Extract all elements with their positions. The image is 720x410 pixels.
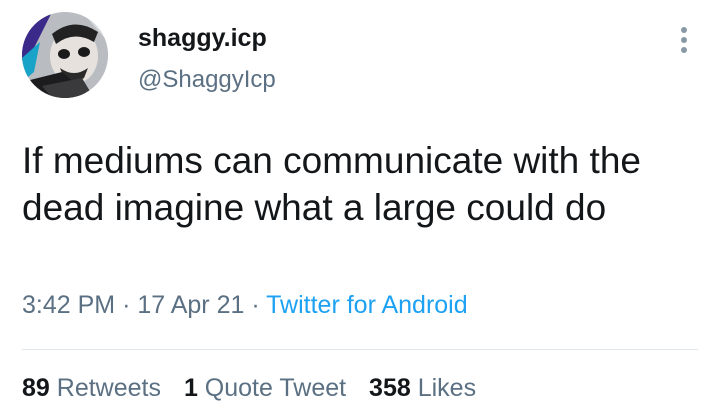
tweet-source-link[interactable]: Twitter for Android xyxy=(266,291,467,319)
likes-label: Likes xyxy=(417,374,477,402)
quote-tweets-count: 1 xyxy=(183,374,198,402)
likes-count: 358 xyxy=(369,374,411,402)
tweet-date[interactable]: 17 Apr 21 xyxy=(137,291,244,319)
retweets-label: Retweets xyxy=(56,374,161,402)
user-handle[interactable]: @ShaggyIcp xyxy=(138,68,276,92)
tweet-meta: 3:42 PM · 17 Apr 21 · Twitter for Androi… xyxy=(22,293,468,318)
display-name[interactable]: shaggy.icp xyxy=(138,26,267,51)
avatar[interactable] xyxy=(22,12,108,98)
quote-tweets-label: Quote Tweet xyxy=(204,374,347,402)
tweet-time[interactable]: 3:42 PM xyxy=(22,291,115,319)
more-dot xyxy=(681,37,687,43)
more-dot xyxy=(681,47,687,53)
divider xyxy=(22,349,698,350)
tweet-stats: 89 Retweets 1 Quote Tweet 358 Likes xyxy=(22,376,492,401)
tweet-text: If mediums can communicate with the dead… xyxy=(22,140,641,228)
more-vertical-icon[interactable] xyxy=(672,24,696,56)
avatar-photo xyxy=(22,12,108,98)
quote-tweets-stat[interactable]: 1 Quote Tweet xyxy=(184,376,346,401)
retweets-count: 89 xyxy=(22,374,50,402)
likes-stat[interactable]: 358 Likes xyxy=(369,376,476,401)
more-dot xyxy=(681,27,687,33)
retweets-stat[interactable]: 89 Retweets xyxy=(22,376,161,401)
meta-separator: · xyxy=(122,291,131,319)
meta-separator: · xyxy=(251,291,260,319)
